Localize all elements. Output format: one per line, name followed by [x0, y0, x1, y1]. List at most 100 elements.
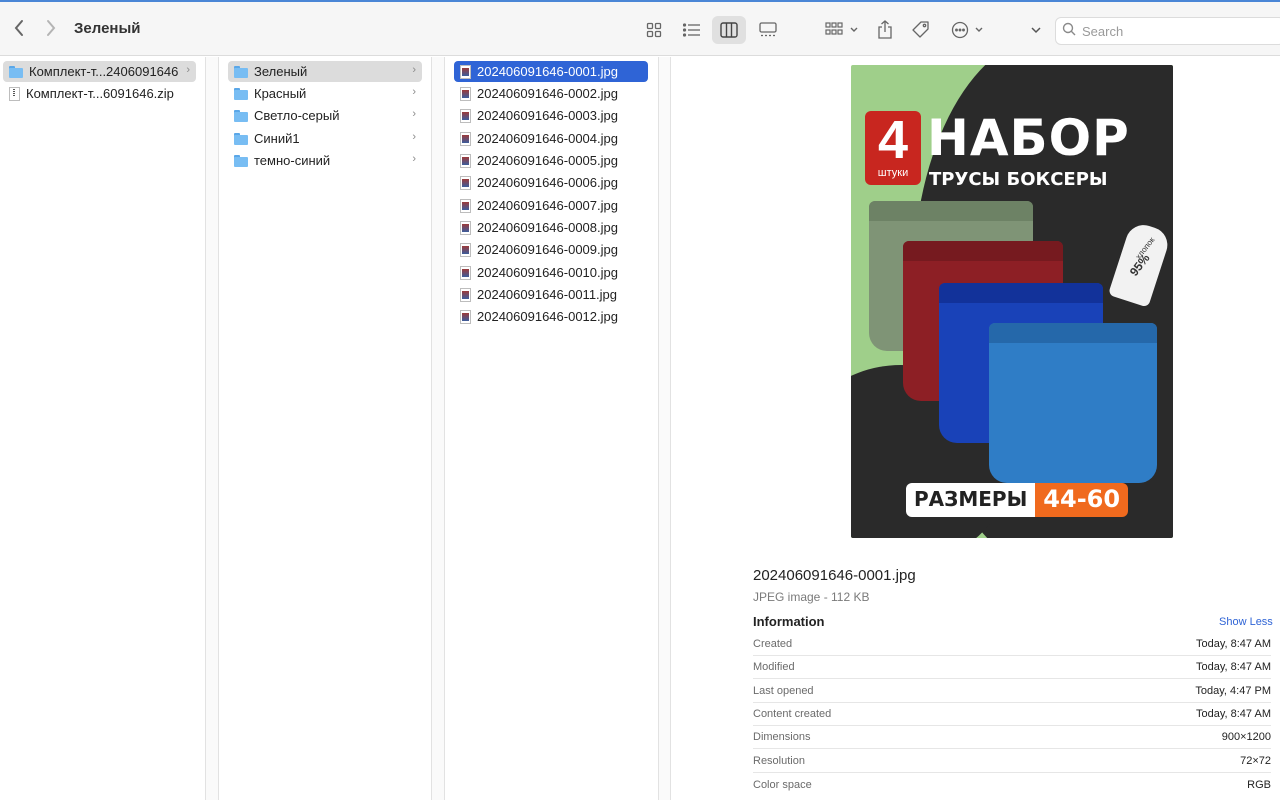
badge-number: 4 — [877, 110, 909, 170]
list-item-file[interactable]: 202406091646-0008.jpg — [454, 217, 648, 238]
image-file-icon — [460, 220, 471, 235]
folder-icon — [234, 154, 248, 167]
toolbar: Зеленый — [0, 0, 1280, 56]
info-row-content-created: Content created Today, 8:47 AM — [753, 703, 1271, 726]
chevron-left-icon[interactable] — [8, 16, 30, 40]
file-name: 202406091646-0001.jpg — [753, 567, 916, 584]
image-file-icon — [460, 265, 471, 280]
info-key: Last opened — [753, 685, 814, 697]
list-item-label: 202406091646-0010.jpg — [477, 265, 618, 280]
chevron-right-icon: › — [412, 64, 416, 76]
list-item-label: 202406091646-0012.jpg — [477, 309, 618, 324]
list-item-label: 202406091646-0008.jpg — [477, 220, 618, 235]
list-item-file[interactable]: 202406091646-0001.jpg — [454, 61, 648, 82]
list-item-folder[interactable]: Красный › — [228, 83, 422, 104]
list-item-file[interactable]: 202406091646-0002.jpg — [454, 83, 648, 104]
quantity-badge: 4 штуки — [865, 111, 921, 185]
show-less-link[interactable]: Show Less — [1219, 616, 1273, 628]
list-item-file[interactable]: 202406091646-0006.jpg — [454, 172, 648, 193]
folder-icon — [234, 65, 248, 78]
list-item-label: Комплект-т...2406091646 — [29, 64, 179, 79]
image-file-icon — [460, 86, 471, 101]
list-item-file[interactable]: 202406091646-0005.jpg — [454, 150, 648, 171]
group-icon[interactable] — [822, 16, 862, 44]
chevron-right-icon[interactable] — [40, 16, 62, 40]
image-file-icon — [460, 175, 471, 190]
list-item-file[interactable]: 202406091646-0003.jpg — [454, 105, 648, 126]
list-item-folder[interactable]: Комплект-т...2406091646 › — [3, 61, 196, 82]
list-item-zip[interactable]: Комплект-т...6091646.zip — [3, 83, 196, 104]
list-item-file[interactable]: 202406091646-0010.jpg — [454, 262, 648, 283]
list-item-label: темно-синий — [254, 153, 331, 168]
list-item-file[interactable]: 202406091646-0007.jpg — [454, 195, 648, 216]
sizes-banner: РАЗМЕРЫ 44-60 — [906, 483, 1129, 517]
column-divider[interactable] — [206, 57, 219, 800]
list-item-folder[interactable]: Зеленый › — [228, 61, 422, 82]
image-file-icon — [460, 131, 471, 146]
search-field[interactable] — [1055, 17, 1280, 45]
list-item-label: 202406091646-0009.jpg — [477, 242, 618, 257]
list-item-label: 202406091646-0006.jpg — [477, 175, 618, 190]
preview-image[interactable]: 4 штуки НАБОР ТРУСЫ БОКСЕРЫ хлопок 95% Р… — [851, 65, 1173, 538]
chevron-right-icon: › — [412, 86, 416, 98]
info-row-last-opened: Last opened Today, 4:47 PM — [753, 680, 1271, 703]
column-divider[interactable] — [432, 57, 445, 800]
list-item-file[interactable]: 202406091646-0009.jpg — [454, 239, 648, 260]
list-item-file[interactable]: 202406091646-0011.jpg — [454, 284, 648, 305]
share-icon[interactable] — [873, 16, 897, 44]
information-heading: Information — [753, 614, 825, 629]
image-file-icon — [460, 108, 471, 123]
column-view-icon[interactable] — [712, 16, 746, 44]
column-3: 202406091646-0001.jpg 202406091646-0002.… — [445, 57, 659, 800]
info-key: Content created — [753, 708, 832, 720]
list-item-file[interactable]: 202406091646-0012.jpg — [454, 306, 648, 327]
chevron-right-icon: › — [412, 108, 416, 120]
chevron-right-icon: › — [186, 64, 190, 76]
icon-view-icon[interactable] — [637, 16, 671, 44]
search-icon — [1062, 22, 1076, 41]
list-item-label: Комплект-т...6091646.zip — [26, 86, 174, 101]
info-value: Today, 8:47 AM — [1195, 661, 1271, 673]
tag-icon[interactable] — [909, 16, 933, 44]
list-item-label: 202406091646-0004.jpg — [477, 131, 618, 146]
chevron-right-icon: › — [412, 153, 416, 165]
search-input[interactable] — [1082, 23, 1262, 39]
list-item-label: Синий1 — [254, 131, 300, 146]
info-key: Resolution — [753, 755, 805, 767]
chevron-down-icon[interactable] — [1026, 16, 1046, 44]
list-item-label: Красный — [254, 86, 307, 101]
info-key: Dimensions — [753, 731, 811, 743]
sizes-label: РАЗМЕРЫ — [906, 483, 1036, 517]
list-item-label: Зеленый — [254, 64, 308, 79]
info-key: Created — [753, 638, 793, 650]
folder-icon — [9, 65, 23, 78]
list-item-label: 202406091646-0007.jpg — [477, 198, 618, 213]
info-key: Color space — [753, 778, 812, 791]
info-row-color-space: Color space RGB — [753, 773, 1271, 796]
badge-sub: штуки — [877, 167, 909, 179]
more-icon[interactable] — [948, 16, 988, 44]
gallery-view-icon[interactable] — [751, 16, 785, 44]
list-item-folder[interactable]: Светло-серый › — [228, 105, 422, 126]
list-item-label: Светло-серый — [254, 108, 340, 123]
list-item-file[interactable]: 202406091646-0004.jpg — [454, 128, 648, 149]
folder-icon — [234, 87, 248, 100]
list-item-label: 202406091646-0001.jpg — [477, 64, 618, 79]
info-row-dimensions: Dimensions 900×1200 — [753, 726, 1271, 749]
info-row-modified: Modified Today, 8:47 AM — [753, 656, 1271, 679]
list-view-icon[interactable] — [675, 16, 709, 44]
info-row-resolution: Resolution 72×72 — [753, 750, 1271, 773]
info-value: RGB — [1247, 778, 1271, 791]
image-file-icon — [460, 309, 471, 324]
zip-file-icon — [9, 86, 20, 101]
info-value: Today, 8:47 AM — [1195, 638, 1271, 650]
image-file-icon — [460, 287, 471, 302]
list-item-folder[interactable]: темно-синий › — [228, 150, 422, 171]
sizes-value: 44-60 — [1035, 483, 1129, 517]
window-title: Зеленый — [74, 20, 141, 37]
list-item-folder[interactable]: Синий1 › — [228, 128, 422, 149]
boxer-light-blue — [989, 323, 1157, 483]
info-value: Today, 8:47 AM — [1195, 708, 1271, 720]
column-divider[interactable] — [659, 57, 671, 800]
file-kind: JPEG image - 112 KB — [753, 590, 870, 604]
